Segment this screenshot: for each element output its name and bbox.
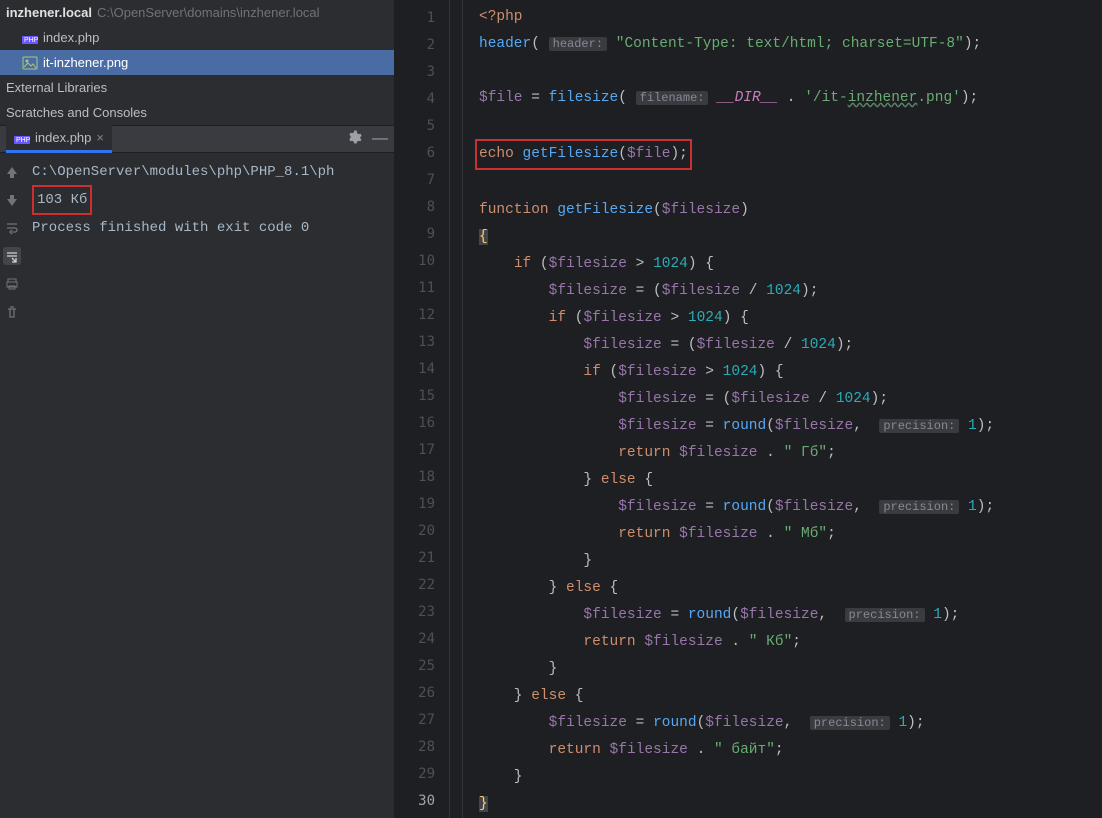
project-path: C:\OpenServer\domains\inzhener.local xyxy=(97,5,320,20)
console-result: 103 Кб xyxy=(32,185,92,215)
run-tab-bar: PHP index.php × — xyxy=(0,126,394,153)
console-output[interactable]: C:\OpenServer\modules\php\PHP_8.1\ph 103… xyxy=(24,153,394,818)
tree-label: External Libraries xyxy=(6,80,107,95)
scroll-to-end-icon[interactable] xyxy=(3,247,21,265)
run-tab[interactable]: PHP index.php × xyxy=(6,125,112,153)
scratches-consoles[interactable]: Scratches and Consoles xyxy=(0,100,394,125)
project-root[interactable]: inzhener.local C:\OpenServer\domains\inz… xyxy=(0,0,394,25)
image-file-icon xyxy=(22,56,38,70)
project-name: inzhener.local xyxy=(6,5,92,20)
minimize-icon[interactable]: — xyxy=(372,130,388,149)
php-file-icon: PHP xyxy=(22,31,38,45)
code-area[interactable]: <?phpheader( header: "Content-Type: text… xyxy=(463,0,1102,818)
trash-icon[interactable] xyxy=(3,303,21,321)
close-icon[interactable]: × xyxy=(96,130,104,145)
file-it-inzhener-png[interactable]: it-inzhener.png xyxy=(0,50,394,75)
file-label: index.php xyxy=(43,30,99,45)
project-tree[interactable]: inzhener.local C:\OpenServer\domains\inz… xyxy=(0,0,394,126)
console-exit: Process finished with exit code 0 xyxy=(32,215,386,241)
wrap-icon[interactable] xyxy=(3,219,21,237)
external-libraries[interactable]: External Libraries xyxy=(0,75,394,100)
fold-bar[interactable] xyxy=(450,0,463,818)
file-index-php[interactable]: PHP index.php xyxy=(0,25,394,50)
code-editor[interactable]: 1 2 3 4 5 6 7 8 9 10 11 12 13 14 15 16 1… xyxy=(395,0,1102,818)
run-tab-label: index.php xyxy=(35,130,91,145)
arrow-down-icon[interactable] xyxy=(3,191,21,209)
line-gutter[interactable]: 1 2 3 4 5 6 7 8 9 10 11 12 13 14 15 16 1… xyxy=(395,0,450,818)
run-tool-strip xyxy=(0,153,24,818)
tree-label: Scratches and Consoles xyxy=(6,105,147,120)
arrow-up-icon[interactable] xyxy=(3,163,21,181)
php-file-icon: PHP xyxy=(14,131,30,145)
svg-text:PHP: PHP xyxy=(16,137,30,144)
file-label: it-inzhener.png xyxy=(43,55,128,70)
gear-icon[interactable] xyxy=(346,130,362,149)
console-cmd: C:\OpenServer\modules\php\PHP_8.1\ph xyxy=(32,159,386,185)
print-icon[interactable] xyxy=(3,275,21,293)
svg-text:PHP: PHP xyxy=(24,37,38,44)
